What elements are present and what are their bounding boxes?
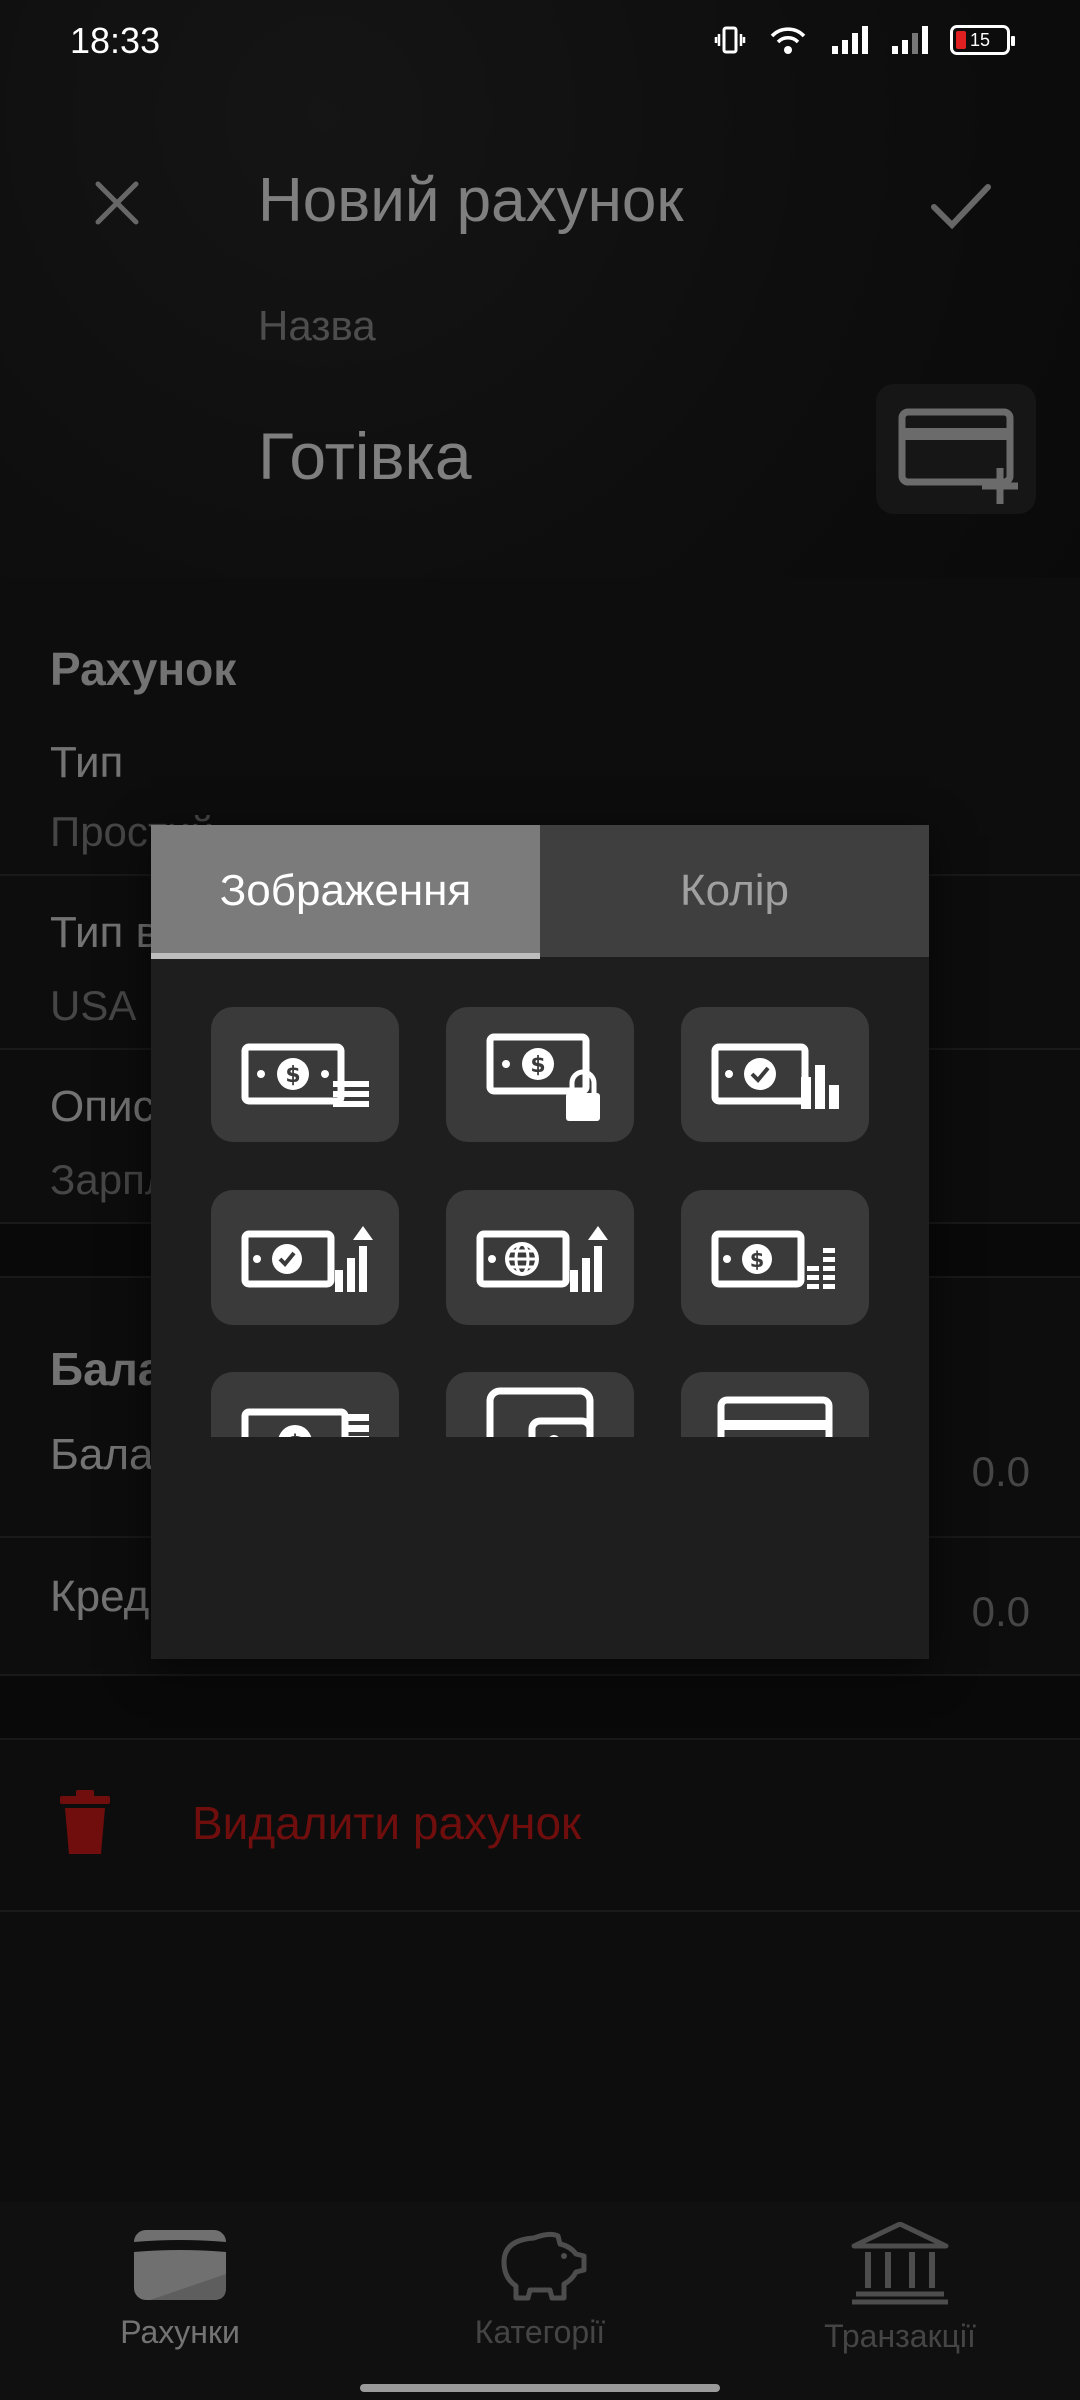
wifi-icon (770, 27, 806, 54)
icon-picker-dialog: Зображення Колір $ $ $ (151, 825, 929, 1659)
cash-check-chart-icon (711, 1043, 839, 1109)
picker-tabs: Зображення Колір (151, 825, 929, 957)
svg-text:$: $ (287, 1431, 303, 1438)
status-icons: 15 (714, 24, 1015, 56)
signal-icon (832, 26, 868, 54)
battery-icon: 15 (950, 25, 1015, 55)
battery-level: 15 (969, 29, 991, 50)
signal-icon-2 (892, 26, 928, 54)
cash-coins-chart-icon: $ (711, 1230, 835, 1289)
cash-bills-icon: $ (241, 1408, 369, 1438)
icon-option[interactable]: $ (211, 1007, 399, 1142)
icon-option[interactable] (681, 1372, 869, 1437)
tab-color[interactable]: Колір (540, 825, 929, 957)
card-icon (717, 1396, 833, 1437)
wallet-icon (486, 1387, 594, 1437)
icon-option[interactable]: $ (446, 1007, 634, 1142)
icon-option[interactable]: $ (211, 1372, 399, 1437)
vibrate-icon (714, 26, 746, 54)
icon-grid: $ $ $ (151, 957, 929, 1437)
svg-text:$: $ (750, 1248, 765, 1272)
svg-text:$: $ (530, 1053, 545, 1078)
cash-globe-growth-icon (476, 1225, 608, 1292)
icon-option[interactable] (446, 1190, 634, 1325)
cash-lock-icon: $ (486, 1033, 600, 1121)
tab-image[interactable]: Зображення (151, 825, 540, 957)
cash-check-growth-icon (241, 1225, 373, 1292)
icon-option[interactable] (446, 1372, 634, 1437)
icon-option[interactable]: $ (681, 1190, 869, 1325)
status-bar: 18:33 15 (0, 0, 1080, 80)
home-indicator[interactable] (360, 2384, 720, 2392)
cash-stack-icon: $ (241, 1043, 369, 1107)
status-time: 18:33 (70, 20, 161, 61)
icon-option[interactable] (681, 1007, 869, 1142)
icon-option[interactable] (211, 1190, 399, 1325)
svg-text:$: $ (285, 1063, 300, 1088)
